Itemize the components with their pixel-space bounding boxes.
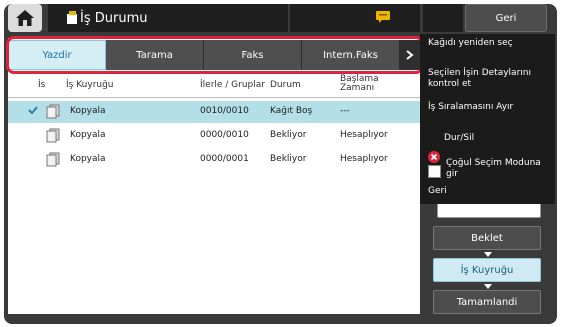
row-queue: Kopyala xyxy=(70,154,106,164)
menu-item-separate-job-order[interactable]: İş Sıralamasını Ayır xyxy=(428,102,546,113)
table-row[interactable]: Kopyala 0010/0010 Kağıt Boş --- xyxy=(8,101,420,123)
row-queue: Kopyala xyxy=(70,106,106,116)
document-stack-icon xyxy=(46,104,60,119)
row-queue: Kopyala xyxy=(70,130,106,140)
document-stack-icon xyxy=(46,152,60,167)
column-header-progress: İlerle / Gruplar xyxy=(200,80,265,90)
completed-button[interactable]: Tamamlandi xyxy=(433,290,541,314)
row-start-time: Hesaplıyor xyxy=(340,154,388,164)
row-progress: 0010/0010 xyxy=(200,106,249,116)
table-row[interactable]: Kopyala 0000/0001 Bekliyor Hesaplıyor xyxy=(8,149,420,171)
row-status: Kağıt Boş xyxy=(270,106,313,116)
arrow-down-icon xyxy=(484,252,492,257)
page-title: İş Durumu xyxy=(80,10,148,26)
table-row[interactable]: Kopyala 0000/0010 Bekliyor Hesaplıyor xyxy=(8,125,420,147)
table-header: İs İş Kuyruğu İlerle / Gruplar Durum Baş… xyxy=(8,74,420,98)
menu-item-stop-delete[interactable]: Dur/Sil xyxy=(444,133,544,144)
row-progress: 0000/0001 xyxy=(200,154,249,164)
row-status: Bekliyor xyxy=(270,130,307,140)
row-start-time: Hesaplıyor xyxy=(340,130,388,140)
stop-icon xyxy=(428,151,440,163)
title-bar: İş Durumu xyxy=(48,4,288,32)
column-header-status: Durum xyxy=(270,80,301,90)
back-button[interactable]: Geri xyxy=(465,4,547,32)
row-progress: 0000/0010 xyxy=(200,130,249,140)
arrow-down-icon xyxy=(484,284,492,289)
home-icon xyxy=(16,10,34,26)
menu-item-reselect-paper[interactable]: Kağıdı yeniden seç xyxy=(428,38,546,49)
column-header-start-time: Başlama Zamanı xyxy=(340,74,379,93)
row-status: Bekliyor xyxy=(270,154,307,164)
row-start-time: --- xyxy=(340,106,350,116)
column-header-job: İs xyxy=(38,80,46,90)
job-queue-button[interactable]: İş Kuyruğu xyxy=(433,258,541,282)
message-icon[interactable] xyxy=(375,10,391,24)
beklet-button[interactable]: Beklet xyxy=(433,226,541,250)
home-button[interactable] xyxy=(8,4,42,32)
document-stack-icon xyxy=(46,128,60,143)
action-menu: Kağıdı yeniden seç Seçilen İşin Detaylar… xyxy=(420,34,555,204)
column-header-queue: İş Kuyruğu xyxy=(66,80,114,90)
status-bar xyxy=(290,4,420,32)
check-icon xyxy=(28,106,38,115)
header-divider xyxy=(8,97,420,98)
status-bar-right xyxy=(423,4,463,32)
menu-item-check-job-details[interactable]: Seçilen İşin Detaylarını kontrol et xyxy=(428,68,546,90)
printer-icon xyxy=(67,11,77,24)
menu-item-multi-select-mode[interactable]: Çoğul Seçim Moduna gir xyxy=(446,158,546,180)
tabs-highlight-frame xyxy=(6,36,424,74)
menu-item-back[interactable]: Geri xyxy=(428,186,546,197)
multi-select-checkbox[interactable] xyxy=(428,165,441,178)
